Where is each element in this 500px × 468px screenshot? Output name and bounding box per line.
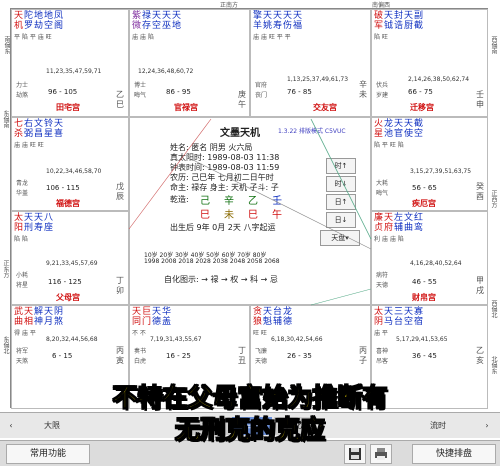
palace-si[interactable]: 天机 陀罗 地劫 地空 凤阁 平 陷 平 庙 旺 11,23,35,47,59,…	[11, 9, 129, 117]
dir-east: 东偏南	[2, 110, 9, 128]
save-icon[interactable]	[344, 444, 366, 464]
sihua-legend: 自化图示: → 禄 → 权 → 科 → 忌	[164, 275, 278, 284]
ziwei-board: 天机 陀罗 地劫 地空 凤阁 平 陷 平 庙 旺 11,23,35,47,59,…	[10, 8, 488, 409]
palace-you[interactable]: 火星 龙池 天官 天使 截空 陷 平 旺 陷 3,15,27,39,51,63,…	[371, 117, 488, 211]
bazi-stem-1: 己	[200, 196, 210, 207]
dir-west: 西偏南	[490, 36, 497, 54]
palace-name: 田宅宫	[56, 103, 80, 112]
dir-west3: 西偏北	[490, 300, 497, 318]
dir-east2: 正东方	[2, 260, 9, 278]
caption-line-2: 无刑克的克应	[174, 415, 325, 445]
branch: 乙巳	[116, 90, 124, 109]
palace-wei[interactable]: 擎羊 天姚 天寿 天伤 天福 庙 庙 旺 平 平 1,13,25,37,49,6…	[250, 9, 371, 117]
bazi-branch-1: 巳	[200, 210, 210, 221]
bazi-stem-4: 壬	[272, 196, 282, 207]
palace-mao[interactable]: 太阳 天刑 天寿 八座 陷 陷 9,21,33,45,57,69 小耗 将星 1…	[11, 211, 129, 305]
center-info-panel: 文墨天机 1.3.22 排版模式 C5VUC 姓名: 匿名 阴男 火六局 真太阳…	[129, 117, 371, 305]
bazi-branch-2: 未	[224, 210, 234, 221]
start-luck: 出生后 9年 0月 2天 八字起运	[170, 223, 276, 232]
luck-years: 1998 2008 2018 2028 2038 2048 2058 2068	[144, 258, 280, 265]
caption-line-1: 不特在父母宫始为推断有	[112, 383, 388, 413]
hour-down-button[interactable]: 时↓	[326, 176, 356, 192]
app-title: 文墨天机	[220, 128, 260, 139]
god1: 力士	[16, 82, 29, 89]
age-range: 96 - 105	[48, 88, 78, 96]
palace-shen[interactable]: 破军 天钺 封诰 天厨 副截 陷 旺 2,14,26,38,50,62,74 伏…	[371, 9, 488, 117]
day-up-button[interactable]: 日↑	[326, 194, 356, 210]
palace-nums: 11,23,35,47,59,71	[46, 68, 102, 75]
chart-window: 正南方 南偏西 南偏东 西偏南 东偏南 正西方 正东方 西偏北 东偏北 北偏东 …	[0, 0, 500, 466]
star-list: 天机 陀罗 地劫 地空 凤阁	[14, 11, 64, 31]
palace-wu[interactable]: 紫微 禄存 天空 天巫 天地 庙 庙 陷 12,24,36,48,60,72 博…	[129, 9, 250, 117]
dir-southeast: 南偏东	[3, 36, 10, 54]
print-icon[interactable]	[370, 444, 392, 464]
common-functions-button[interactable]: 常用功能	[6, 444, 90, 464]
tianpan-dropdown[interactable]: 天盘▾	[320, 230, 360, 246]
palace-xu[interactable]: 廉贞 天府 左辅 文曲 红鸾 利 庙 庙 陷 4,16,28,40,52,64 …	[371, 211, 488, 305]
dir-east3: 东偏北	[2, 336, 9, 354]
dir-west2: 正西方	[490, 190, 497, 208]
palace-chen[interactable]: 七杀 右弼 文昌 铃星 天喜 庙 庙 旺 旺 10,22,34,46,58,70…	[11, 117, 129, 211]
god2: 劫煞	[16, 92, 29, 99]
quick-chart-button[interactable]: 快捷排盘	[412, 444, 496, 464]
bazi-stem-2: 辛	[224, 196, 234, 207]
bazi-label: 乾造:	[170, 195, 189, 204]
bazi-stem-3: 乙	[248, 196, 258, 207]
hour-up-button[interactable]: 时↑	[326, 158, 356, 174]
dir-north: 北偏东	[490, 356, 497, 374]
version-label: 1.3.22 排版模式 C5VUC	[278, 128, 346, 135]
day-down-button[interactable]: 日↓	[326, 212, 356, 228]
bazi-branch-3: 巳	[248, 210, 258, 221]
bazi-branch-4: 午	[272, 210, 282, 221]
star-status: 平 陷 平 庙 旺	[14, 34, 52, 41]
